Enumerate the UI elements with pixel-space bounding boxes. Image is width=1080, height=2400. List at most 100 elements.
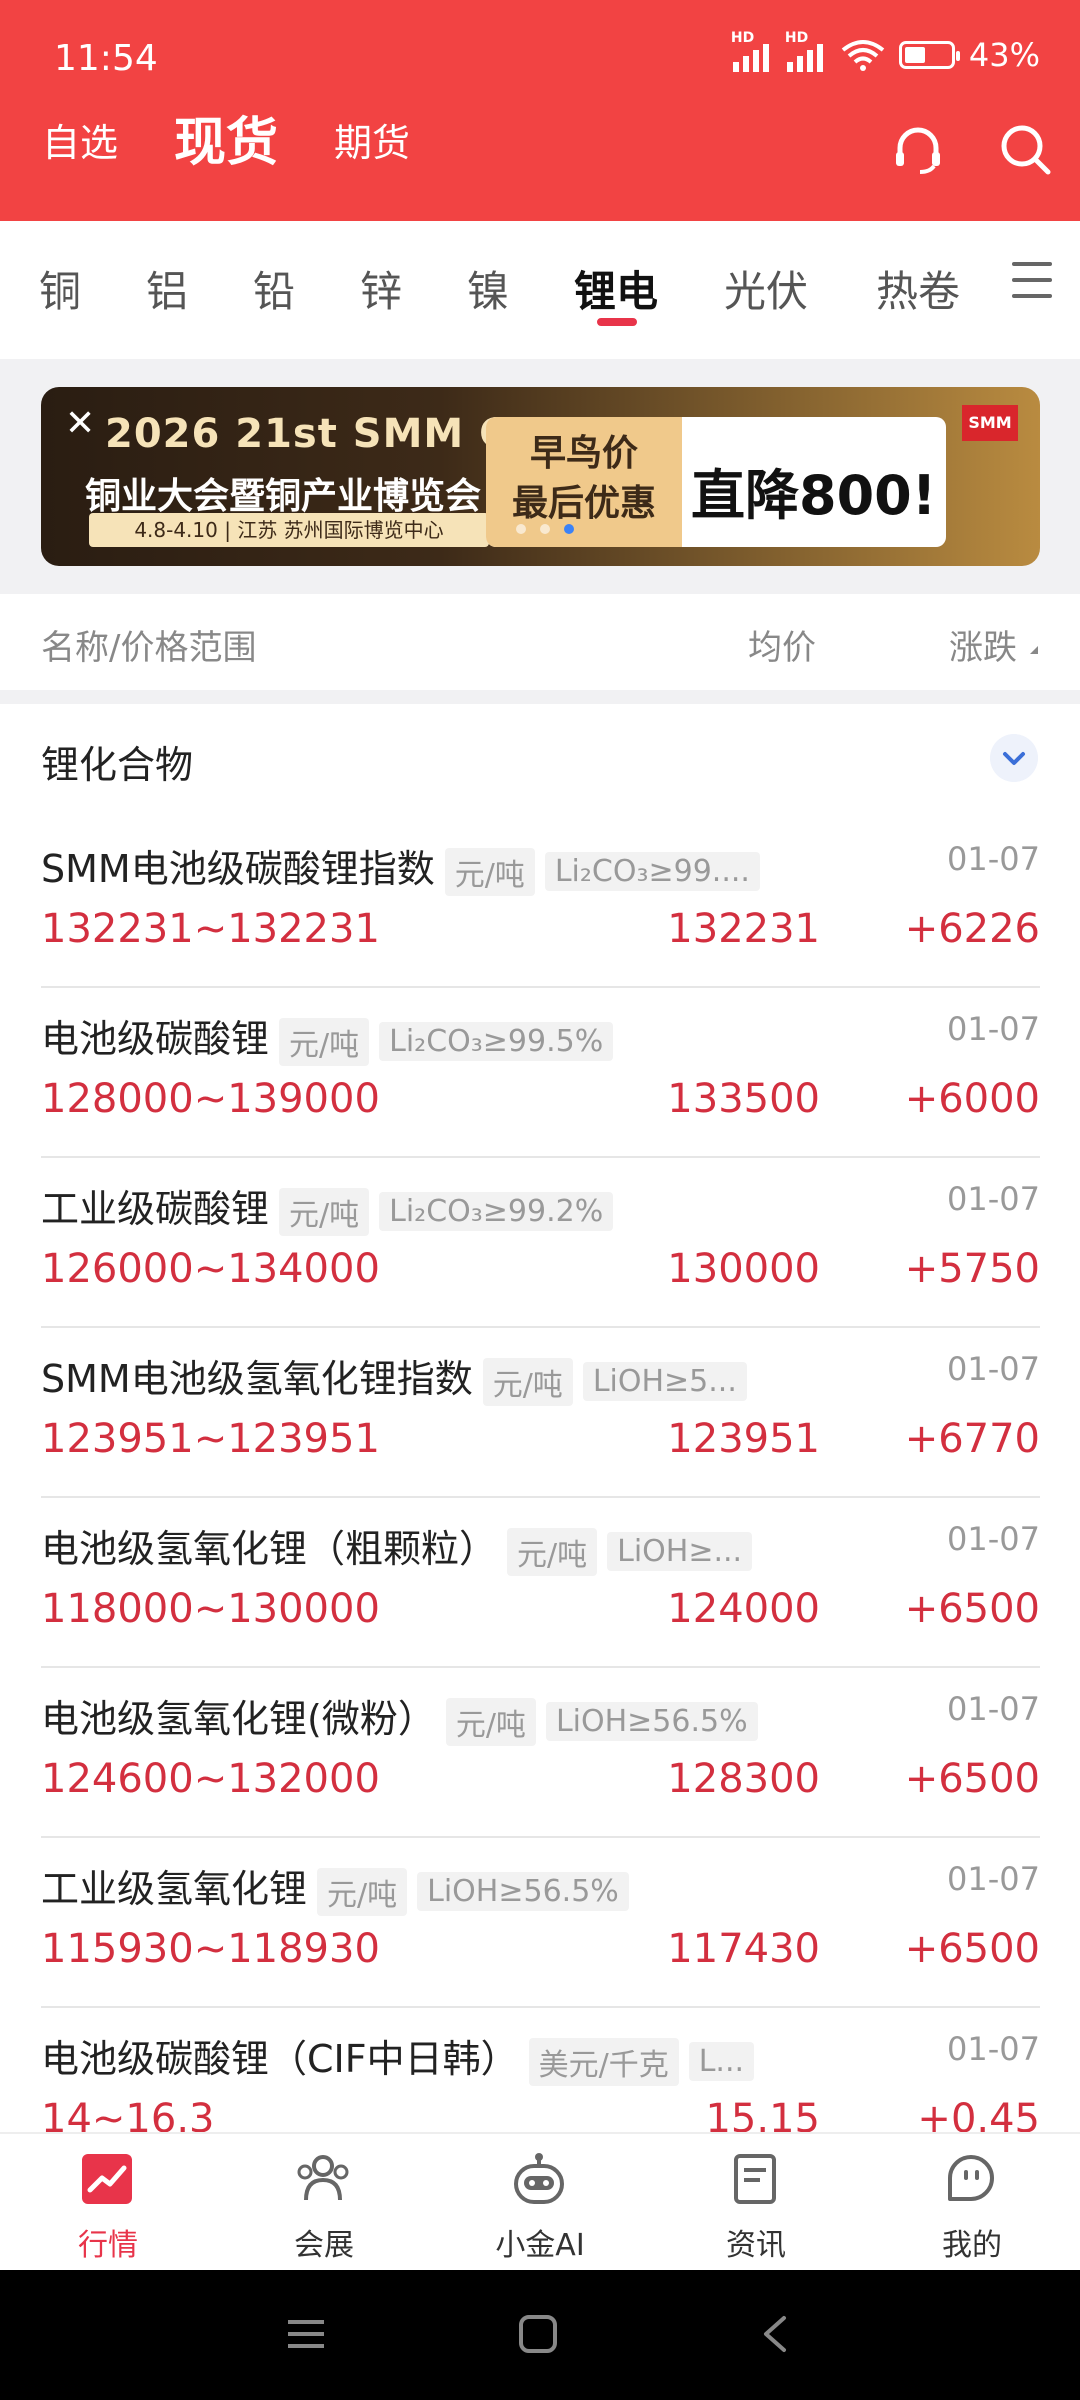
unit-tag: 元/吨 xyxy=(445,1697,536,1746)
system-nav-bar xyxy=(0,2270,1080,2400)
promo-banner[interactable]: ✕ 2026 21st SMM CCIE 铜业大会暨铜产业博览会 4.8-4.1… xyxy=(41,387,1040,566)
tab-spot[interactable]: 现货 xyxy=(174,115,278,171)
nav-news[interactable]: 资讯 xyxy=(648,2134,864,2272)
category-aluminum[interactable]: 铝 xyxy=(146,258,188,319)
item-date: 01-07 xyxy=(947,1180,1040,1218)
robot-icon xyxy=(514,2153,564,2204)
list-item[interactable]: 工业级碳酸锂 元/吨 Li₂CO₃≥99.2% 01-07 126000~13400… xyxy=(41,1158,1040,1328)
back-icon[interactable] xyxy=(756,2314,796,2354)
nav-label: 我的 xyxy=(942,2228,1002,2263)
battery-percent: 43% xyxy=(968,36,1040,74)
sort-icon[interactable] xyxy=(1030,646,1038,654)
category-lead[interactable]: 铅 xyxy=(253,258,295,319)
item-date: 01-07 xyxy=(947,1860,1040,1898)
item-date: 01-07 xyxy=(947,1350,1040,1388)
price-range: 128000~139000 xyxy=(41,1076,380,1122)
nav-label: 会展 xyxy=(294,2228,354,2263)
list-item[interactable]: 电池级氢氧化锂(微粉） 元/吨 LiOH≥56.5% 01-07 124600~13… xyxy=(41,1668,1040,1838)
headset-icon[interactable] xyxy=(890,122,946,178)
item-date: 01-07 xyxy=(947,1520,1040,1558)
price-change: +6500 xyxy=(904,1926,1040,1972)
recent-apps-icon[interactable] xyxy=(286,2314,326,2354)
market-chart-icon xyxy=(82,2154,132,2204)
profile-icon xyxy=(948,2155,994,2201)
page-dot xyxy=(516,524,526,534)
column-change[interactable]: 涨跌 xyxy=(949,620,1017,669)
category-copper[interactable]: 铜 xyxy=(39,258,81,319)
unit-tag: 元/吨 xyxy=(279,1187,370,1236)
avg-price: 124000 xyxy=(667,1586,820,1632)
item-date: 01-07 xyxy=(947,1690,1040,1728)
price-range: 124600~132000 xyxy=(41,1756,380,1802)
price-change: +6770 xyxy=(904,1416,1040,1462)
list-item[interactable]: SMM电池级氢氧化锂指数 元/吨 LiOH≥5... 01-07 123951~12… xyxy=(41,1328,1040,1498)
spec-tag: LiOH≥5... xyxy=(582,1362,747,1401)
unit-tag: 元/吨 xyxy=(279,1017,370,1066)
avg-price: 130000 xyxy=(667,1246,820,1292)
banner-subtitle: 铜业大会暨铜产业博览会 xyxy=(85,476,482,517)
column-avg[interactable]: 均价 xyxy=(748,620,816,669)
column-name: 名称/价格范围 xyxy=(41,628,257,668)
category-lithium-battery[interactable]: 锂电 xyxy=(574,258,658,319)
category-zinc[interactable]: 锌 xyxy=(360,258,402,319)
price-range: 123951~123951 xyxy=(41,1416,380,1462)
category-nickel[interactable]: 镍 xyxy=(467,258,509,319)
list-item[interactable]: 电池级氢氧化锂（粗颗粒） 元/吨 LiOH≥... 01-07 118000~130… xyxy=(41,1498,1040,1668)
active-category-indicator xyxy=(597,318,637,326)
home-icon[interactable] xyxy=(518,2314,558,2354)
signal-icon-2: HD xyxy=(785,30,827,72)
list-item[interactable]: 工业级氢氧化锂 元/吨 LiOH≥56.5% 01-07 115930~118930… xyxy=(41,1838,1040,2008)
smm-logo: SMM xyxy=(962,405,1018,441)
item-date: 01-07 xyxy=(947,2030,1040,2068)
item-name: 电池级氢氧化锂(微粉） xyxy=(41,1697,436,1741)
unit-tag: 元/吨 xyxy=(507,1527,598,1576)
price-range: 132231~132231 xyxy=(41,906,380,952)
tab-futures[interactable]: 期货 xyxy=(334,115,410,171)
price-change: +6226 xyxy=(904,906,1040,952)
document-icon xyxy=(734,2154,776,2204)
spec-tag: Li₂CO₃≥99.... xyxy=(544,852,760,891)
nav-market[interactable]: 行情 xyxy=(0,2134,216,2272)
unit-tag: 美元/千克 xyxy=(528,2037,679,2086)
menu-icon[interactable] xyxy=(1012,262,1052,298)
item-date: 01-07 xyxy=(947,840,1040,878)
tab-watchlist[interactable]: 自选 xyxy=(42,115,118,171)
price-range: 126000~134000 xyxy=(41,1246,380,1292)
search-icon[interactable] xyxy=(998,122,1054,178)
spec-tag: L... xyxy=(688,2042,755,2081)
list-item[interactable]: 电池级碳酸锂 元/吨 Li₂CO₃≥99.5% 01-07 128000~13900… xyxy=(41,988,1040,1158)
close-icon[interactable]: ✕ xyxy=(65,403,95,444)
hd-label: HD xyxy=(730,30,755,46)
signal-icon: HD xyxy=(731,30,773,72)
category-hot-rolled-coil[interactable]: 热卷 xyxy=(876,258,960,319)
unit-tag: 元/吨 xyxy=(317,1867,408,1916)
avg-price: 128300 xyxy=(667,1756,820,1802)
list-item[interactable]: SMM电池级碳酸锂指数 元/吨 Li₂CO₃≥99.... 01-07 132231… xyxy=(41,818,1040,988)
section-title: 锂化合物 xyxy=(41,743,194,787)
nav-exhibition[interactable]: 会展 xyxy=(216,2134,432,2272)
chevron-down-icon[interactable] xyxy=(990,734,1038,782)
price-range: 118000~130000 xyxy=(41,1586,380,1632)
avg-price: 123951 xyxy=(667,1416,820,1462)
bottom-nav: 行情 会展 小金AI 资讯 我的 xyxy=(0,2132,1080,2272)
price-change: +6000 xyxy=(904,1076,1040,1122)
early-bird-line-2: 最后优惠 xyxy=(511,483,656,524)
price-range: 115930~118930 xyxy=(41,1926,380,1972)
item-name: 电池级碳酸锂 xyxy=(41,1017,270,1061)
avg-price: 132231 xyxy=(667,906,820,952)
price-list: SMM电池级碳酸锂指数 元/吨 Li₂CO₃≥99.... 01-07 132231… xyxy=(41,818,1040,2178)
spec-tag: Li₂CO₃≥99.2% xyxy=(379,1192,614,1231)
price-change: +6500 xyxy=(904,1586,1040,1632)
category-photovoltaic[interactable]: 光伏 xyxy=(724,258,808,319)
nav-ai[interactable]: 小金AI xyxy=(432,2134,648,2272)
page-dot-active xyxy=(564,524,574,534)
unit-tag: 元/吨 xyxy=(444,847,535,896)
nav-label: 小金AI xyxy=(495,2228,585,2263)
spec-tag: LiOH≥... xyxy=(607,1532,753,1571)
battery-icon xyxy=(898,41,960,69)
spec-tag: LiOH≥56.5% xyxy=(545,1702,758,1741)
market-type-tabs: 自选 现货 期货 xyxy=(42,115,466,171)
hd-label-2: HD xyxy=(784,30,809,46)
nav-profile[interactable]: 我的 xyxy=(864,2134,1080,2272)
wifi-icon xyxy=(841,40,885,71)
